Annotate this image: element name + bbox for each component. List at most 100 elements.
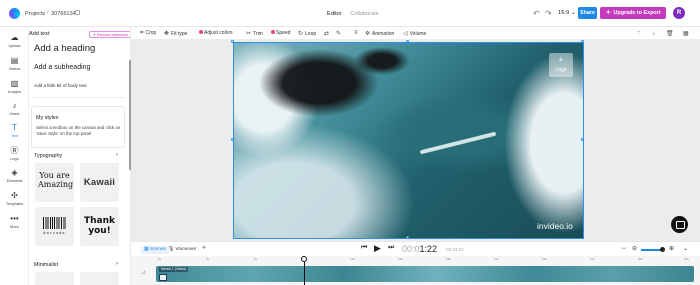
add-scene-icon[interactable]: ⊿ [141,269,146,276]
fit-icon: ✥ [164,31,170,37]
minimalist-heading: Minimalist [34,262,58,268]
video-canvas[interactable]: + Logo invideo.io [233,42,584,239]
text-style-card-thank-you[interactable]: Thank you! [80,207,119,246]
clip-thumbnail [159,274,167,281]
add-heading-item[interactable]: Add a heading [34,43,95,54]
more-dots-icon: ••• [10,214,19,223]
chevron-right-icon[interactable]: › [116,152,118,158]
edit-name-icon[interactable] [75,10,80,15]
play-icon[interactable]: ▶ [374,243,381,254]
video-clip[interactable]: Media 1 (Video) [156,266,694,282]
speed-button[interactable]: Speed [271,30,290,36]
breadcrumb-projects[interactable]: Projects [25,11,45,17]
my-styles-title: My styles [36,115,59,121]
crop-button[interactable]: ⌗ Crop [140,30,156,37]
avatar[interactable]: R [673,7,685,19]
voiceover-settings-icon[interactable]: ⟡ [202,245,206,252]
music-note-icon: ♪ [12,101,17,110]
resize-handle[interactable] [581,138,584,141]
timeline-ruler: 0s 3s 6s 9s 12s 15s 18s 21s 24s 27s 30s … [158,257,689,261]
upgrade-to-export-button[interactable]: ✦ Upgrade to Export ⌄ [600,7,666,28]
flip-icon[interactable]: ⇄ [324,30,331,37]
skip-back-icon[interactable]: ⏮ [361,244,367,252]
rail-item-music[interactable]: ♪ Music [0,101,29,116]
text-style-card-barcode[interactable]: barcode [35,207,74,246]
colors-badge-icon [199,30,203,34]
magic-wand-icon[interactable]: ✎ [336,30,343,37]
scenes-tab[interactable]: ▦ Scenes [141,246,169,254]
text-style-card[interactable] [35,272,74,285]
chat-support-button[interactable] [671,216,688,233]
text-style-card[interactable] [80,272,119,285]
zoom-out-icon[interactable]: ⊖ [632,245,637,252]
my-styles-box: My styles Select a textbox on the canvas… [31,106,125,148]
loop-button[interactable]: ↻ Loop [298,30,316,37]
layer-down-icon[interactable]: ⇣ [651,30,656,37]
settings-icon[interactable]: ▦ [683,30,689,37]
volume-button[interactable]: ◁ Volume [403,30,426,37]
resize-handle[interactable] [231,138,234,141]
animation-button[interactable]: ✲ Animation [365,30,394,37]
invideo-logo-icon[interactable] [9,8,20,19]
resize-handle[interactable] [581,40,584,43]
zoom-in-icon[interactable]: ⊕ [669,245,674,252]
rail-item-templates[interactable]: ✣ Templates [0,191,29,206]
breadcrumb-separator: / [47,10,49,16]
aspect-ratio-select[interactable]: 16:9 ⌄ [558,10,576,16]
layer-up-icon[interactable]: ⇡ [636,30,641,37]
left-rail: ☁ Upload ▤ Videos ▨ Images ♪ Music T Tex… [0,27,29,285]
text-style-card-kawaii[interactable]: Kawaii [80,163,119,202]
trim-button[interactable]: ✂ Trim [246,30,263,37]
tab-collaborate[interactable]: Collaborate [350,11,379,17]
playhead-handle[interactable] [301,256,307,262]
volume-icon: ◁ [403,31,408,37]
add-subheading-item[interactable]: Add a subheading [34,64,90,71]
fit-type-button[interactable]: ✥ Fit type [164,30,187,37]
mode-tabs: Editor Collaborate [327,11,379,17]
remove-watermark-button[interactable]: ✦ Remove watermark [89,31,130,38]
rail-item-videos[interactable]: ▤ Videos [0,56,29,71]
text-style-card-amazing[interactable]: You are Amazing! [35,163,74,202]
resize-handle[interactable] [406,236,409,239]
rail-item-upload[interactable]: ☁ Upload [0,33,29,48]
barcode-graphic [43,217,66,229]
delete-icon[interactable]: 🗑 [666,30,674,37]
resize-handle[interactable] [406,40,409,43]
undo-icon[interactable]: ↶ [533,9,540,18]
tab-editor[interactable]: Editor [327,11,342,17]
plus-icon: + [558,55,564,64]
rail-item-more[interactable]: ••• More [0,214,29,229]
adjust-colors-button[interactable]: Adjust colors [199,30,233,36]
total-time: 00:33:01 [446,247,464,252]
add-body-text-item[interactable]: Add a little bit of body text [34,83,87,88]
timeline-collapse-icon[interactable]: ⌄ [683,245,688,252]
rail-item-text[interactable]: T Text [0,123,29,138]
zoom-slider-knob[interactable] [660,247,665,252]
clip-label: Media 1 (Video) [159,267,189,272]
text-icon: T [12,123,17,132]
share-button[interactable]: Share [578,7,597,19]
resize-handle[interactable] [231,40,234,43]
voiceover-tab[interactable]: 🎙 Voiceover [168,247,197,252]
top-bar: Projects / 30766134 Editor Collaborate ↶… [0,0,700,28]
typography-heading: Typography [34,153,63,159]
project-name[interactable]: 30766134 [51,11,76,17]
chevron-right-icon[interactable]: › [116,261,118,267]
logo-placeholder[interactable]: + Logo [549,53,573,77]
animation-icon: ✲ [365,31,371,37]
sparkle-icon: ✦ [606,10,611,16]
rail-item-elements[interactable]: ◈ Elements [0,168,29,183]
shapes-icon: ◈ [11,168,18,177]
rail-item-images[interactable]: ▨ Images [0,79,29,94]
templates-icon: ✣ [11,191,18,200]
image-icon: ▨ [10,79,19,88]
redo-icon[interactable]: ↷ [545,9,552,18]
rail-item-logo[interactable]: Ⓡ Logo [0,146,29,161]
fit-width-icon[interactable]: ↔ [621,245,627,251]
text-panel: Add text ✦ Remove watermark Add a headin… [29,27,131,285]
playhead[interactable] [304,258,305,285]
panel-title: Add text [29,31,50,37]
skip-forward-icon[interactable]: ⏭ [388,244,394,252]
current-time: 00:01:22 [402,244,438,254]
filters-icon[interactable]: ≡ [354,30,360,36]
